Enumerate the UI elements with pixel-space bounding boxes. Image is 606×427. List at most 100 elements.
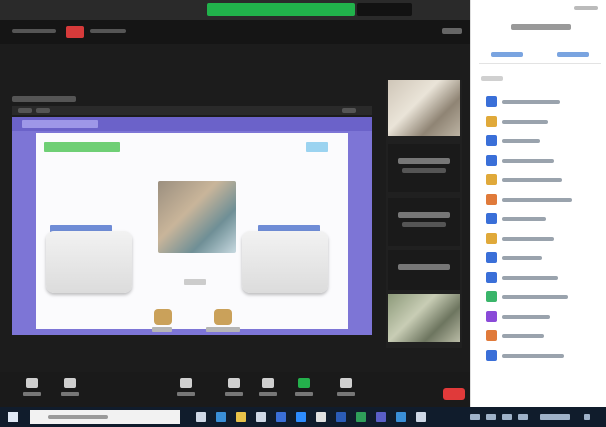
participants-button[interactable] [176,378,196,400]
participant-name [502,158,554,163]
participant-name [502,217,546,221]
panel-search[interactable] [481,76,503,81]
participant-row[interactable] [471,112,606,132]
recording-indicator[interactable] [66,26,84,38]
taskbar-search-box[interactable] [30,410,180,424]
mail-icon[interactable] [276,412,286,422]
toolbar-item[interactable] [342,108,356,113]
title-bar [0,0,470,20]
participants-panel [470,0,606,407]
participant-avatar [486,115,497,127]
video-button[interactable] [60,378,80,400]
participant-strip [386,80,462,348]
toolbar-item[interactable] [18,108,32,113]
participant-name [502,119,548,124]
participant-row[interactable] [471,209,606,229]
participant-name [398,264,450,270]
participant-tile[interactable] [388,198,460,246]
view-button[interactable] [442,28,462,34]
participant-avatar [486,213,497,224]
participant-row[interactable] [471,248,606,268]
settings-icon[interactable] [416,412,426,422]
shared-app-tabbar [12,117,372,131]
participant-name [398,212,450,218]
tray-icon[interactable] [502,414,512,420]
end-meeting-button[interactable] [443,388,465,400]
microphone-button[interactable] [22,378,42,400]
recording-label [90,29,126,33]
photos-icon[interactable] [396,412,406,422]
teams-icon[interactable] [376,412,386,422]
participant-tile[interactable] [388,144,460,192]
participant-avatar [486,174,497,185]
participant-row[interactable] [471,151,606,171]
panel-tabs [479,46,601,64]
presentation-slide [36,133,348,332]
participant-row[interactable] [471,229,606,249]
window-controls[interactable] [574,6,598,10]
record-button[interactable] [258,378,278,400]
toolbar-item[interactable] [36,108,50,113]
participant-avatar [486,291,497,302]
notifications-icon[interactable] [584,414,590,420]
participant-row[interactable] [471,268,606,288]
system-tray [470,414,596,420]
participant-name [398,158,450,164]
participant-name [502,197,572,202]
participant-name [502,139,540,143]
participant-row[interactable] [471,346,606,366]
box-right [242,231,328,293]
tray-icon[interactable] [486,414,496,420]
excel-icon[interactable] [356,412,366,422]
meeting-info[interactable] [12,29,56,33]
participant-row[interactable] [471,92,606,112]
tray-icon[interactable] [518,414,528,420]
store-icon[interactable] [256,412,266,422]
character-left-label [152,327,172,332]
stop-share-button[interactable] [357,3,412,16]
zoom-icon[interactable] [296,412,306,422]
file-explorer-icon[interactable] [236,412,246,422]
participant-row[interactable] [471,287,606,307]
participant-row[interactable] [471,131,606,151]
slide-blue-label [306,142,328,152]
slide-green-label [44,142,120,152]
participant-avatar [486,330,497,341]
participant-name [502,178,562,182]
participant-name [502,236,554,241]
word-icon[interactable] [336,412,346,422]
participant-tile[interactable] [388,250,460,290]
character-right [214,309,232,325]
participant-name [502,353,564,358]
screen-sharing-banner[interactable] [207,3,355,16]
video-camera-icon [64,378,76,388]
participant-name [502,275,558,280]
meeting-top-row [0,20,470,44]
participant-list [471,92,606,365]
participant-avatar [486,135,497,146]
participant-video[interactable] [388,294,460,342]
share-screen-button[interactable] [294,378,314,400]
slide-photo [158,181,236,253]
panel-tab-right[interactable] [557,52,589,57]
windows-start-icon[interactable] [8,412,18,422]
participant-row[interactable] [471,170,606,190]
chat-button[interactable] [224,378,244,400]
participant-avatar [486,349,497,361]
chrome-icon[interactable] [316,412,326,422]
reactions-button[interactable] [336,378,356,400]
participant-row[interactable] [471,307,606,327]
tray-icon[interactable] [470,414,480,420]
panel-tab-left[interactable] [491,52,523,57]
clock[interactable] [540,414,570,420]
participant-name [502,256,542,260]
box-left [46,231,132,293]
participant-row[interactable] [471,190,606,210]
shared-screen-label [12,96,76,102]
participant-video[interactable] [388,80,460,136]
task-view-icon[interactable] [196,412,206,422]
participant-row[interactable] [471,326,606,346]
edge-icon[interactable] [216,412,226,422]
participant-status [402,168,446,173]
record-icon [262,378,274,388]
